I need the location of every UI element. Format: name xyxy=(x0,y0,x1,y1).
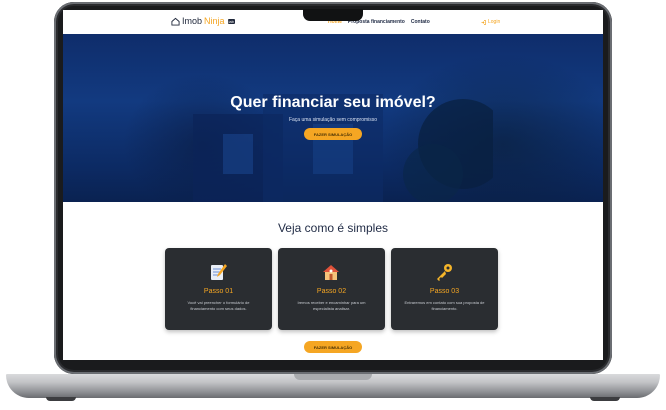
steps-title: Veja como é simples xyxy=(277,221,389,235)
hero-title: Quer financiar seu imóvel? xyxy=(230,94,436,111)
logo-text-ninja: Ninja xyxy=(204,16,225,26)
login-icon xyxy=(481,19,486,25)
hero-subtitle: Faça uma simulação sem compromisso xyxy=(288,117,378,123)
hero-banner: Quer financiar seu imóvel? Faça uma simu… xyxy=(63,34,603,202)
house-logo-icon xyxy=(171,17,180,26)
step-card-title: Passo 03 xyxy=(429,288,460,295)
step-card-text: Iremos receber e encaminhar para um espe… xyxy=(297,300,366,311)
step-card-text: Você vai preencher o formulário de finan… xyxy=(187,300,250,311)
step-card-1: Passo 01 Você vai preencher o formulário… xyxy=(165,248,272,330)
camera-notch xyxy=(303,9,363,21)
step-card-title: Passo 01 xyxy=(203,288,234,295)
step-card-3: Passo 03 Entraremos em contato com sua p… xyxy=(391,248,498,330)
step-card-title: Passo 02 xyxy=(316,288,347,295)
logo-text-imob: Imob xyxy=(182,16,203,26)
laptop-foot-left xyxy=(46,397,76,401)
screen: Imob Ninja lab Home Proposta financiamen… xyxy=(63,10,603,360)
laptop-foot-right xyxy=(590,397,620,401)
login-label: Login xyxy=(488,19,501,25)
login-link[interactable]: Login xyxy=(481,19,500,25)
step-card-2: Passo 02 Iremos receber e encaminhar par… xyxy=(278,248,385,330)
logo[interactable]: Imob Ninja lab xyxy=(171,16,235,26)
logo-badge: lab xyxy=(227,18,235,24)
key-icon xyxy=(437,264,452,281)
laptop-base-notch xyxy=(294,374,372,380)
house-icon xyxy=(323,265,339,280)
bottom-simulate-button[interactable]: FAZER SIMULAÇÃO xyxy=(304,341,362,353)
hero-simulate-button[interactable]: FAZER SIMULAÇÃO xyxy=(304,128,362,140)
form-icon xyxy=(211,264,227,280)
nav-link-contato[interactable]: Contato xyxy=(411,19,430,25)
step-card-text: Entraremos em contato com sua proposta d… xyxy=(404,300,485,311)
